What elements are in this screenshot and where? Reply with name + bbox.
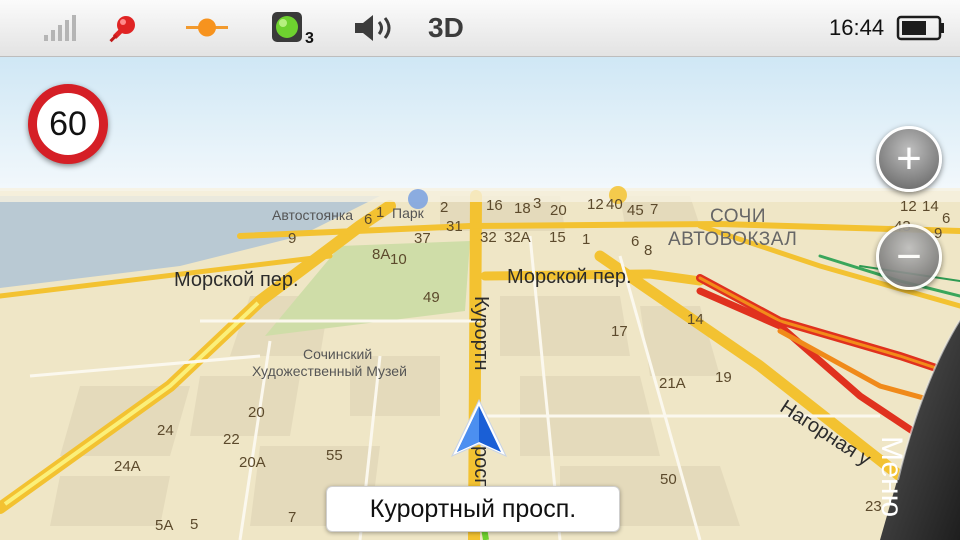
house-number: 6 [364,211,373,228]
sound-icon[interactable] [353,8,397,48]
house-number: 24А [114,458,141,475]
poi-label-parking: Автостоянка [272,207,354,223]
house-number: 49 [423,289,440,306]
traffic-count: 3 [305,30,314,47]
menu-button[interactable]: Меню [874,436,908,517]
house-number: 16 [486,197,503,214]
house-number: 20 [248,404,265,421]
house-number: 2 [440,199,449,216]
zoom-out-button[interactable]: − [876,224,942,290]
map-view[interactable]: Морской пер. Морской пер. Курортн росп Н… [0,56,960,540]
house-number: 5 [190,516,199,533]
house-number: 14 [687,311,704,328]
house-number: 45 [627,202,644,219]
house-number: 19 [715,369,732,386]
house-number: 18 [514,200,531,217]
house-number: 31 [446,218,463,235]
poi-label-park: Парк [392,205,424,221]
traffic-point-icon[interactable] [186,8,228,48]
house-number: 8 [644,242,653,259]
house-number: 50 [660,471,677,488]
house-number: 20 [550,202,567,219]
street-label-morskoy-left: Морской пер. [174,269,299,291]
status-bar: 3 3D 16:44 [0,0,960,57]
poi-label-station-line1: СОЧИ [710,206,766,227]
house-number: 21А [659,375,686,392]
house-number: 1 [376,204,385,221]
zoom-in-button[interactable]: + [876,126,942,192]
minus-icon: − [896,232,922,281]
house-number: 10 [390,251,407,268]
street-label-morskoy-right: Морской пер. [507,266,632,288]
house-number: 20А [239,454,266,471]
house-number: 5А [155,517,174,534]
battery-icon [896,8,946,48]
house-number: 8А [372,246,391,263]
poi-label-museum-line1: Сочинский [303,346,373,362]
house-number: 15 [549,229,566,246]
house-number: 24 [157,422,174,439]
clock: 16:44 [829,15,885,40]
house-number: 17 [611,323,628,340]
house-number: 3 [533,195,542,212]
house-number: 32 [480,229,497,246]
house-number: 6 [631,233,640,250]
plus-icon: + [896,134,922,183]
current-street-label: Курортный просп. [326,486,620,532]
house-number: 7 [288,509,297,526]
house-number: 14 [922,198,939,215]
poi-label-station-line2: АВТОВОКЗАЛ [668,229,798,250]
house-number: 7 [650,201,659,218]
house-number: 1 [582,231,591,248]
house-number: 12 [587,196,604,213]
satellite-icon[interactable] [106,8,142,48]
gps-signal-icon [42,8,76,48]
house-number: 22 [223,431,240,448]
house-number: 6 [942,210,951,227]
house-number: 12 [900,198,917,215]
street-label-kurortny-vertical: Курортн [470,296,492,371]
speed-limit-sign: 60 [28,84,108,164]
house-number: 32А [504,229,531,246]
poi-label-museum-line2: Художественный Музей [252,363,407,379]
house-number: 9 [288,230,297,247]
house-number: 40 [606,196,623,213]
view-mode-3d-button[interactable]: 3D [428,8,464,48]
house-number: 37 [414,230,431,247]
house-number: 55 [326,447,343,464]
traffic-light-icon[interactable]: 3 [270,8,314,48]
